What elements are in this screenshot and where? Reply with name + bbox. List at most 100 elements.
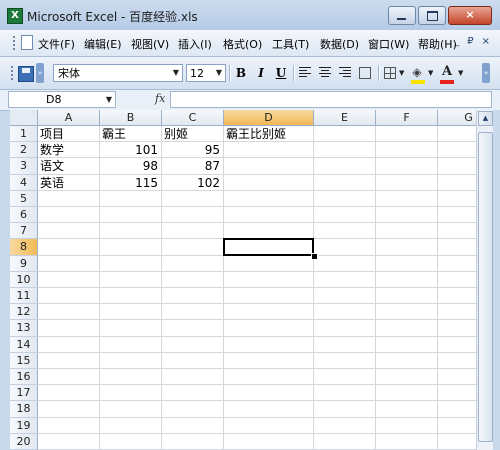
cell-d11[interactable] (224, 288, 314, 305)
cell-c13[interactable] (162, 320, 224, 337)
document-icon[interactable] (21, 35, 33, 50)
column-header-c[interactable]: C (162, 110, 224, 126)
maximize-button[interactable] (418, 6, 446, 25)
cell-f7[interactable] (376, 223, 438, 240)
toolbar-grip-icon[interactable] (10, 65, 14, 81)
cell-c1[interactable]: 别姬 (162, 126, 224, 143)
cell-b6[interactable] (100, 207, 162, 224)
cell-f8[interactable] (376, 239, 438, 256)
cell-c7[interactable] (162, 223, 224, 240)
cell-f11[interactable] (376, 288, 438, 305)
cell-b17[interactable] (100, 385, 162, 402)
align-center-icon[interactable] (319, 67, 331, 79)
cell-a18[interactable] (38, 401, 100, 418)
cell-c11[interactable] (162, 288, 224, 305)
cell-e3[interactable] (314, 158, 376, 175)
minimize-button[interactable] (388, 6, 416, 25)
column-header-e[interactable]: E (314, 110, 376, 126)
row-header-3[interactable]: 3 (10, 158, 38, 175)
cell-d6[interactable] (224, 207, 314, 224)
cell-d10[interactable] (224, 271, 314, 288)
cell-d12[interactable] (224, 304, 314, 321)
italic-button[interactable]: I (252, 65, 270, 81)
cell-e14[interactable] (314, 336, 376, 353)
cell-f3[interactable] (376, 158, 438, 175)
merge-center-icon[interactable] (359, 67, 371, 79)
cell-d19[interactable] (224, 417, 314, 434)
cell-f16[interactable] (376, 369, 438, 386)
cell-b7[interactable] (100, 223, 162, 240)
cell-c10[interactable] (162, 271, 224, 288)
cell-f12[interactable] (376, 304, 438, 321)
cell-e16[interactable] (314, 369, 376, 386)
cell-f18[interactable] (376, 401, 438, 418)
cell-b1[interactable]: 霸王 (100, 126, 162, 143)
cell-g19[interactable] (438, 418, 476, 434)
cell-d7[interactable] (224, 223, 314, 240)
menu-window[interactable]: 窗口(W) (368, 36, 409, 52)
cell-d14[interactable] (224, 336, 314, 353)
cell-f19[interactable] (376, 417, 438, 434)
cell-f1[interactable] (376, 126, 438, 143)
cell-b20[interactable] (100, 433, 162, 450)
cell-g2[interactable] (438, 142, 476, 159)
cell-d15[interactable] (224, 352, 314, 369)
row-header-6[interactable]: 6 (10, 207, 38, 224)
cell-e4[interactable] (314, 174, 376, 191)
cell-c4[interactable]: 102 (162, 174, 224, 191)
cell-a15[interactable] (38, 352, 100, 369)
cell-b18[interactable] (100, 401, 162, 418)
menu-format[interactable]: 格式(O) (223, 36, 262, 52)
cell-g8[interactable] (438, 239, 476, 256)
cell-d20[interactable] (224, 433, 314, 450)
save-icon[interactable] (18, 66, 34, 82)
column-header-d[interactable]: D (224, 110, 314, 126)
doc-close-button[interactable]: × (482, 36, 490, 47)
cell-e7[interactable] (314, 223, 376, 240)
chevron-down-icon[interactable]: ▼ (103, 92, 115, 108)
bold-button[interactable]: B (232, 65, 250, 81)
cell-e15[interactable] (314, 352, 376, 369)
cell-f6[interactable] (376, 207, 438, 224)
cell-b3[interactable]: 98 (100, 158, 162, 175)
select-all-corner[interactable] (10, 110, 38, 126)
cell-f10[interactable] (376, 271, 438, 288)
cell-b11[interactable] (100, 288, 162, 305)
cell-b2[interactable]: 101 (100, 142, 162, 159)
cell-g13[interactable] (438, 320, 476, 337)
column-header-b[interactable]: B (100, 110, 162, 126)
cell-c20[interactable] (162, 433, 224, 450)
cell-b14[interactable] (100, 336, 162, 353)
row-header-12[interactable]: 12 (10, 304, 38, 321)
cell-d3[interactable] (224, 158, 314, 175)
row-header-18[interactable]: 18 (10, 401, 38, 418)
underline-button[interactable]: U (272, 65, 290, 81)
menu-file[interactable]: 文件(F) (38, 36, 75, 52)
column-header-f[interactable]: F (376, 110, 438, 126)
chevron-down-icon[interactable]: ▼ (213, 65, 225, 81)
cell-e13[interactable] (314, 320, 376, 337)
cell-d13[interactable] (224, 320, 314, 337)
cell-c14[interactable] (162, 336, 224, 353)
cell-d9[interactable] (224, 255, 314, 272)
cell-e1[interactable] (314, 126, 376, 143)
cell-a7[interactable] (38, 223, 100, 240)
cell-g10[interactable] (438, 272, 476, 288)
cell-b19[interactable] (100, 417, 162, 434)
cell-b5[interactable] (100, 190, 162, 207)
cell-f20[interactable] (376, 433, 438, 450)
cell-g3[interactable] (438, 158, 476, 175)
toolbar-options-chevron-icon[interactable]: » (36, 63, 44, 83)
cell-c18[interactable] (162, 401, 224, 418)
row-header-13[interactable]: 13 (10, 320, 38, 337)
row-header-19[interactable]: 19 (10, 417, 38, 434)
cell-f9[interactable] (376, 255, 438, 272)
cell-b8[interactable] (100, 239, 162, 256)
cell-f17[interactable] (376, 385, 438, 402)
fill-handle[interactable] (311, 252, 318, 260)
cell-g12[interactable] (438, 304, 476, 321)
cell-f15[interactable] (376, 352, 438, 369)
cell-b12[interactable] (100, 304, 162, 321)
menu-edit[interactable]: 编辑(E) (84, 36, 122, 52)
cell-d17[interactable] (224, 385, 314, 402)
